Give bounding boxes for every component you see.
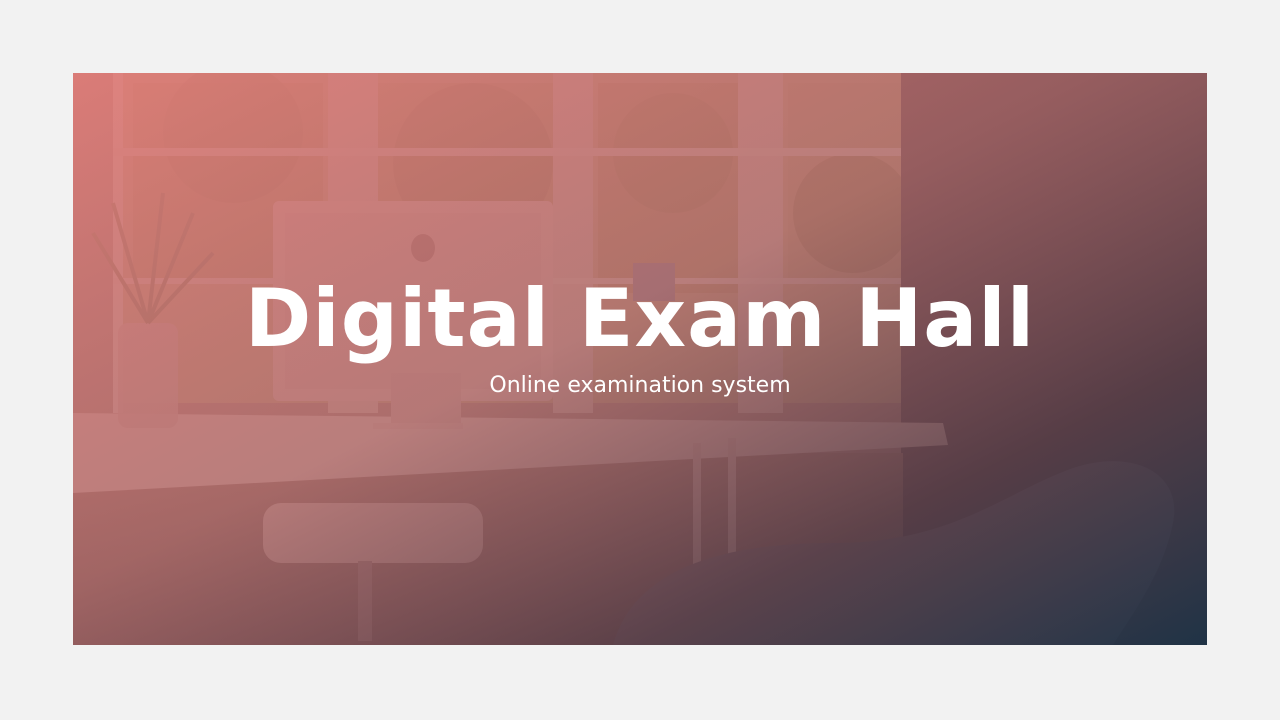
title-block: Digital Exam Hall Online examination sys… [73,73,1207,645]
title-slide: Digital Exam Hall Online examination sys… [73,73,1207,645]
slide-title: Digital Exam Hall [244,272,1036,365]
slide-subtitle: Online examination system [489,373,791,398]
presentation-page: Digital Exam Hall Online examination sys… [0,0,1280,720]
